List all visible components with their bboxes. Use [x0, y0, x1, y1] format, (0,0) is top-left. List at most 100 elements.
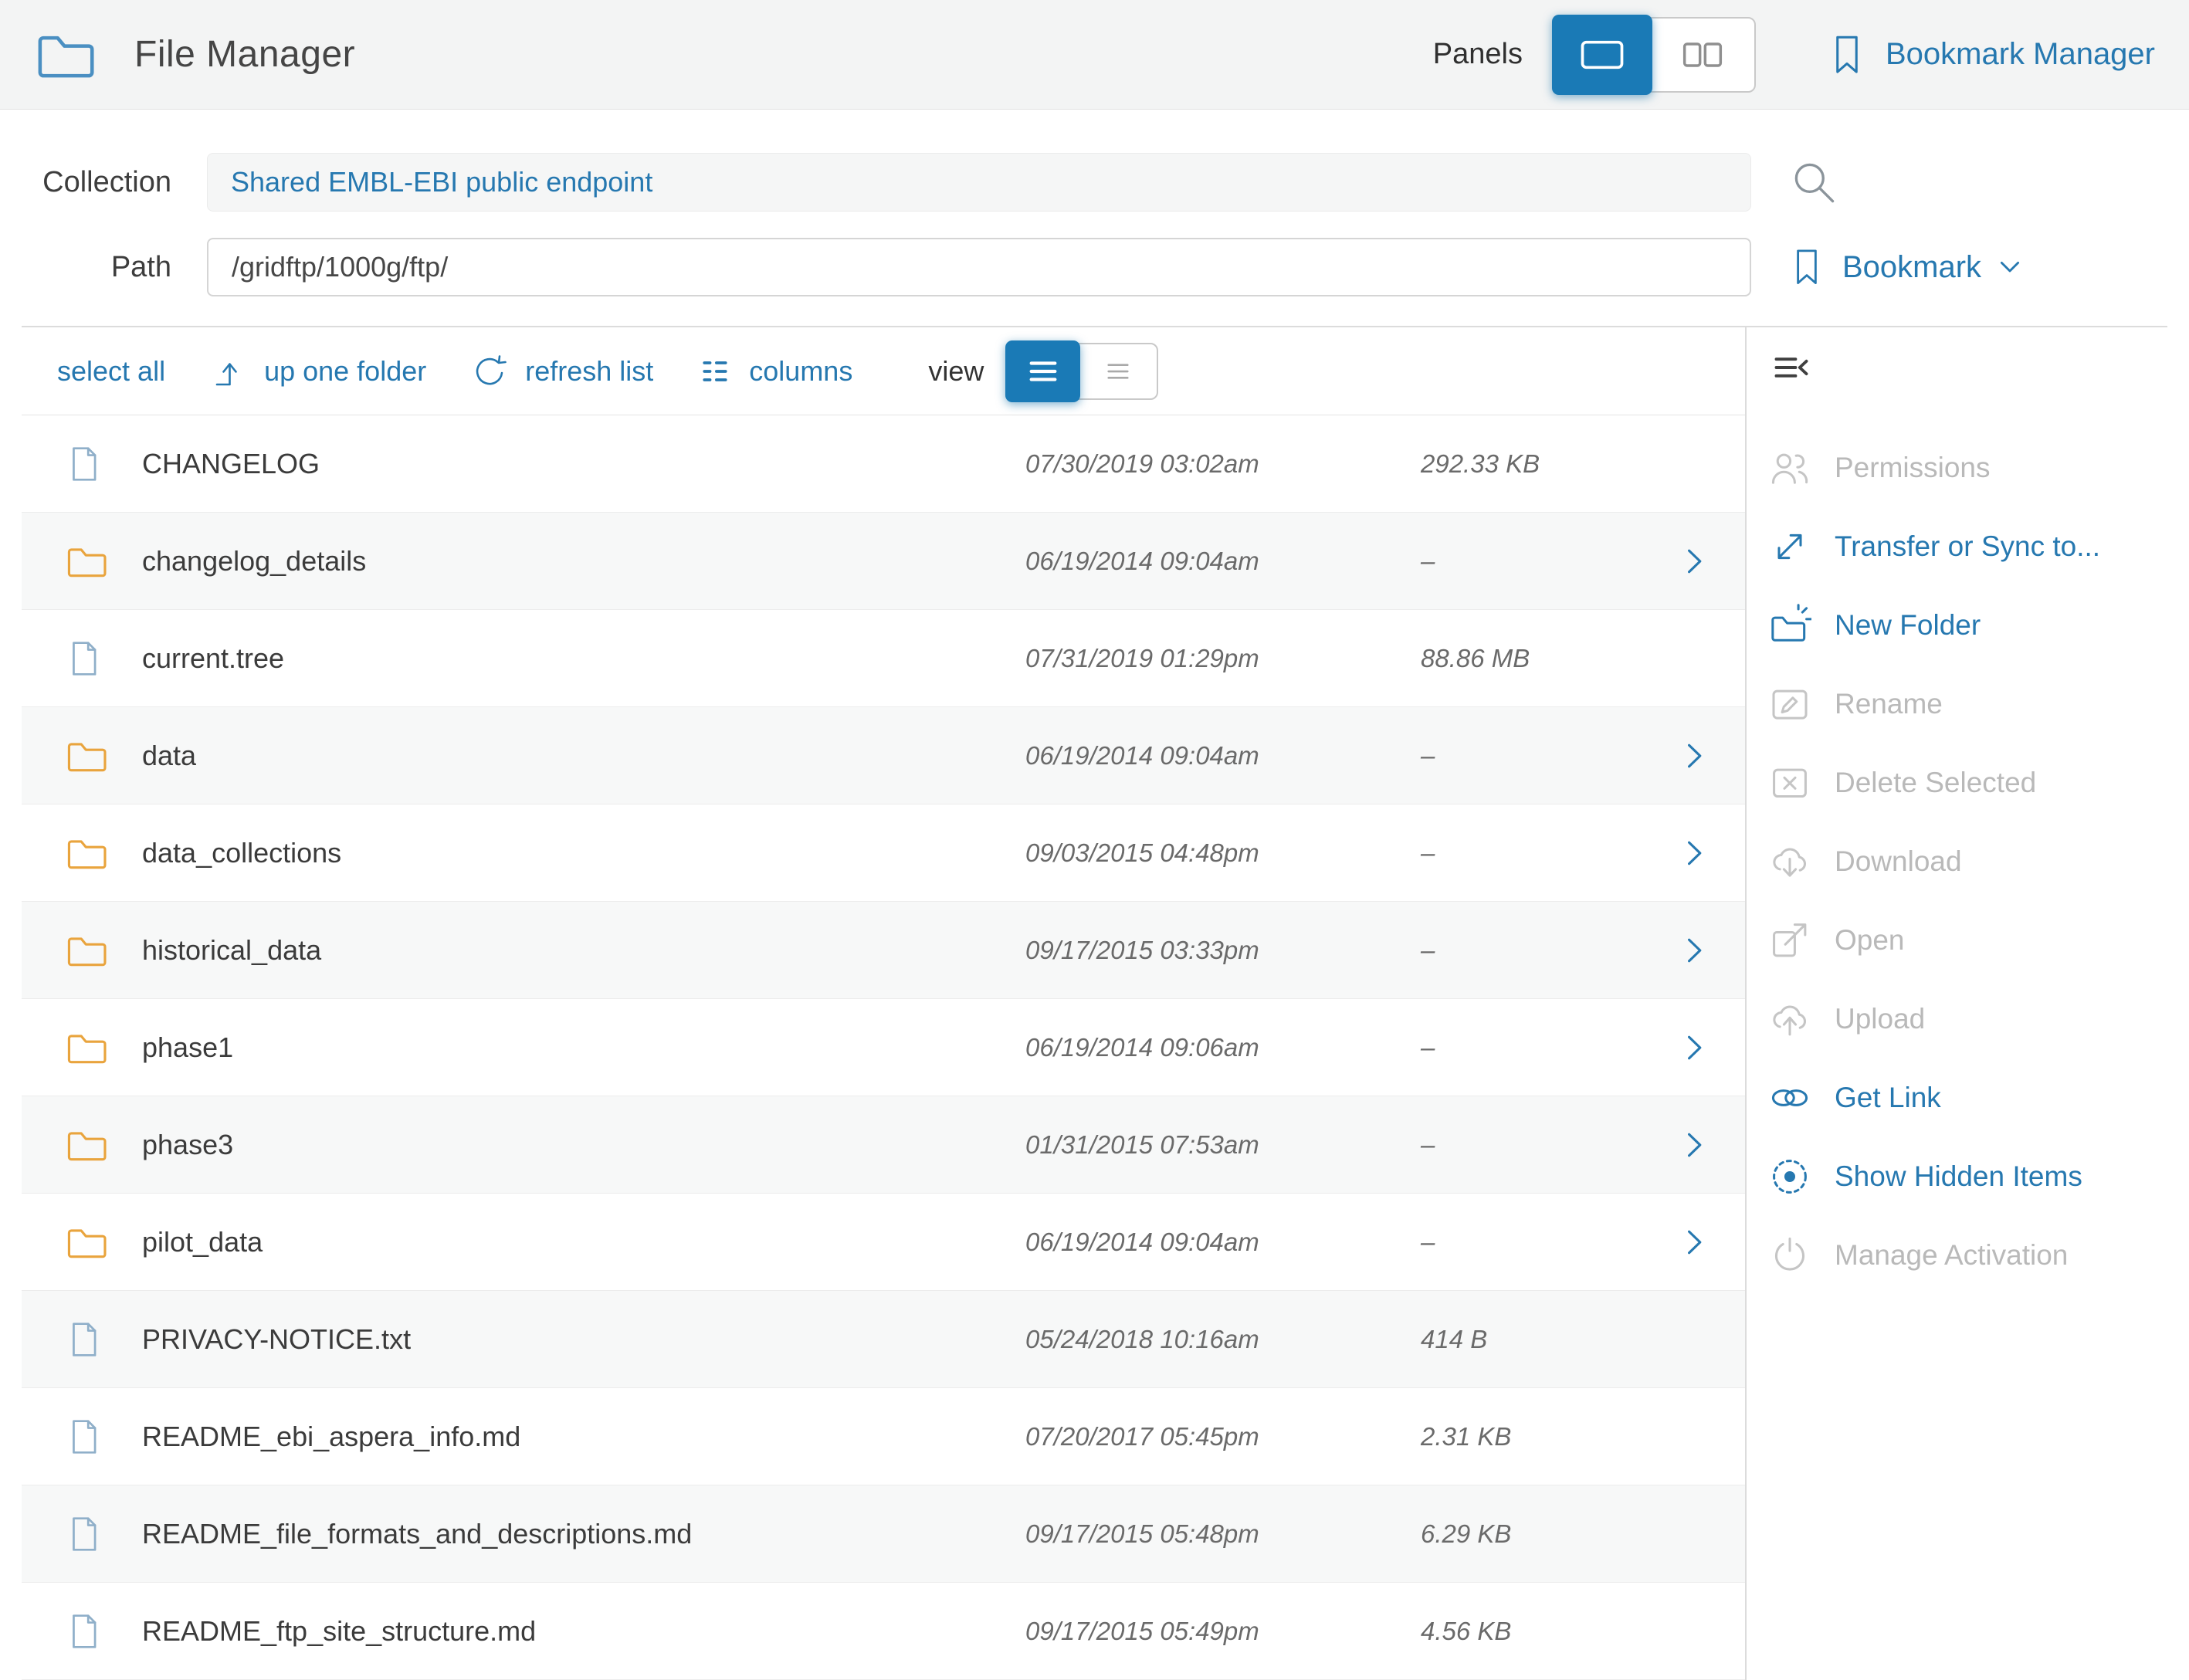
- file-manager-folder-icon: [34, 22, 99, 87]
- columns-label: columns: [749, 355, 852, 388]
- download-icon: [1768, 840, 1811, 883]
- file-row-data[interactable]: data 06/19/2014 09:04am –: [22, 707, 1745, 804]
- chevron-right-icon[interactable]: [1677, 1128, 1711, 1162]
- up-one-folder-icon: [210, 353, 247, 390]
- actions-sidebar: Permissions Transfer or Sync to... New F…: [1747, 327, 2167, 1680]
- file-row-PRIVACY-NOTICE.txt[interactable]: PRIVACY-NOTICE.txt 05/24/2018 10:16am 41…: [22, 1291, 1745, 1388]
- folder-icon: [65, 733, 110, 778]
- bookmark-manager-link[interactable]: Bookmark Manager: [1825, 33, 2155, 76]
- refresh-list-button[interactable]: refresh list: [471, 353, 653, 390]
- dual-panel-button[interactable]: [1652, 19, 1753, 91]
- file-toolbar: select all up one folder refresh list co…: [22, 327, 1745, 415]
- file-size: 414 B: [1421, 1325, 1677, 1354]
- file-name[interactable]: CHANGELOG: [142, 448, 1025, 480]
- file-name[interactable]: changelog_details: [142, 545, 1025, 578]
- search-button[interactable]: [1790, 158, 1838, 206]
- chevron-right-icon[interactable]: [1677, 836, 1711, 870]
- folder-icon: [65, 1025, 110, 1070]
- collection-input[interactable]: [207, 153, 1751, 212]
- file-size: –: [1421, 741, 1677, 771]
- file-icon: [65, 1611, 103, 1652]
- file-size: 88.86 MB: [1421, 644, 1677, 673]
- file-date: 06/19/2014 09:04am: [1025, 741, 1421, 771]
- file-name[interactable]: current.tree: [142, 642, 1025, 675]
- folder-icon: [65, 539, 110, 584]
- folder-icon: [65, 928, 110, 973]
- file-row-pilot_data[interactable]: pilot_data 06/19/2014 09:04am –: [22, 1194, 1745, 1291]
- bookmark-dropdown[interactable]: Bookmark: [1787, 247, 2023, 287]
- file-name[interactable]: data: [142, 740, 1025, 772]
- folder-icon: [65, 1220, 110, 1265]
- file-icon: [65, 1513, 103, 1555]
- file-name[interactable]: PRIVACY-NOTICE.txt: [142, 1323, 1025, 1356]
- file-icon: [65, 1416, 103, 1458]
- file-date: 01/31/2015 07:53am: [1025, 1130, 1421, 1160]
- columns-button[interactable]: columns: [698, 354, 852, 388]
- collection-row: Collection: [0, 153, 2189, 212]
- file-size: –: [1421, 936, 1677, 965]
- sidebar-item-label: Transfer or Sync to...: [1835, 530, 2100, 563]
- path-input[interactable]: [207, 238, 1751, 296]
- file-date: 06/19/2014 09:04am: [1025, 547, 1421, 576]
- file-icon: [65, 1319, 103, 1360]
- sidebar-item-download: Download: [1747, 822, 2167, 901]
- header: File Manager Panels Bookmark Manager: [0, 0, 2189, 110]
- file-name[interactable]: phase3: [142, 1129, 1025, 1161]
- file-name[interactable]: README_ftp_site_structure.md: [142, 1615, 1025, 1648]
- compact-view-button[interactable]: [1080, 344, 1155, 398]
- file-name[interactable]: README_ebi_aspera_info.md: [142, 1421, 1025, 1453]
- select-all-button[interactable]: select all: [57, 355, 165, 388]
- file-row-phase3[interactable]: phase3 01/31/2015 07:53am –: [22, 1096, 1745, 1194]
- list-view-icon: [1025, 354, 1061, 389]
- file-name[interactable]: README_file_formats_and_descriptions.md: [142, 1518, 1025, 1550]
- file-row-changelog_details[interactable]: changelog_details 06/19/2014 09:04am –: [22, 513, 1745, 610]
- file-manager-app: File Manager Panels Bookmark Manager Col…: [0, 0, 2189, 1680]
- file-name[interactable]: data_collections: [142, 837, 1025, 869]
- chevron-right-icon[interactable]: [1677, 1031, 1711, 1065]
- sidebar-item-get-link[interactable]: Get Link: [1747, 1058, 2167, 1137]
- bookmark-manager-label: Bookmark Manager: [1886, 37, 2155, 72]
- file-row-data_collections[interactable]: data_collections 09/03/2015 04:48pm –: [22, 804, 1745, 902]
- up-one-folder-button[interactable]: up one folder: [210, 353, 426, 390]
- chevron-down-icon: [1997, 254, 2023, 280]
- path-label: Path: [0, 251, 171, 284]
- file-date: 07/30/2019 03:02am: [1025, 449, 1421, 479]
- single-panel-button[interactable]: [1552, 15, 1652, 95]
- list-view-button[interactable]: [1005, 340, 1080, 402]
- file-row-README_ftp_site_structure.md[interactable]: README_ftp_site_structure.md 09/17/2015 …: [22, 1583, 1745, 1680]
- file-name[interactable]: pilot_data: [142, 1226, 1025, 1258]
- columns-icon: [698, 354, 732, 388]
- chevron-right-icon[interactable]: [1677, 933, 1711, 967]
- collapse-sidebar-button[interactable]: [1768, 347, 1815, 388]
- chevron-right-icon[interactable]: [1677, 739, 1711, 773]
- file-date: 07/31/2019 01:29pm: [1025, 644, 1421, 673]
- sidebar-item-label: New Folder: [1835, 609, 1981, 642]
- file-row-CHANGELOG[interactable]: CHANGELOG 07/30/2019 03:02am 292.33 KB: [22, 415, 1745, 513]
- file-row-current.tree[interactable]: current.tree 07/31/2019 01:29pm 88.86 MB: [22, 610, 1745, 707]
- sidebar-item-rename: Rename: [1747, 665, 2167, 743]
- new-folder-icon: [1768, 604, 1811, 647]
- sidebar-item-label: Rename: [1835, 688, 1943, 720]
- sidebar-item-transfer-or-sync-to[interactable]: Transfer or Sync to...: [1747, 507, 2167, 586]
- collection-label: Collection: [0, 166, 171, 199]
- chevron-right-icon[interactable]: [1677, 544, 1711, 578]
- file-date: 07/20/2017 05:45pm: [1025, 1422, 1421, 1451]
- power-icon: [1768, 1234, 1811, 1277]
- chevron-right-icon[interactable]: [1677, 1225, 1711, 1259]
- file-name[interactable]: historical_data: [142, 934, 1025, 967]
- file-row-historical_data[interactable]: historical_data 09/17/2015 03:33pm –: [22, 902, 1745, 999]
- file-row-README_ebi_aspera_info.md[interactable]: README_ebi_aspera_info.md 07/20/2017 05:…: [22, 1388, 1745, 1485]
- folder-icon: [65, 1123, 110, 1167]
- file-date: 05/24/2018 10:16am: [1025, 1325, 1421, 1354]
- rename-icon: [1768, 682, 1811, 726]
- file-browser-panel: select all up one folder refresh list co…: [22, 327, 1747, 1680]
- file-size: –: [1421, 547, 1677, 576]
- file-size: –: [1421, 1228, 1677, 1257]
- sidebar-item-new-folder[interactable]: New Folder: [1747, 586, 2167, 665]
- file-row-phase1[interactable]: phase1 06/19/2014 09:06am –: [22, 999, 1745, 1096]
- file-name[interactable]: phase1: [142, 1031, 1025, 1064]
- file-row-README_file_formats_and_descriptions.md[interactable]: README_file_formats_and_descriptions.md …: [22, 1485, 1745, 1583]
- sidebar-item-label: Download: [1835, 845, 1962, 878]
- eye-icon: [1768, 1155, 1811, 1198]
- sidebar-item-show-hidden-items[interactable]: Show Hidden Items: [1747, 1137, 2167, 1216]
